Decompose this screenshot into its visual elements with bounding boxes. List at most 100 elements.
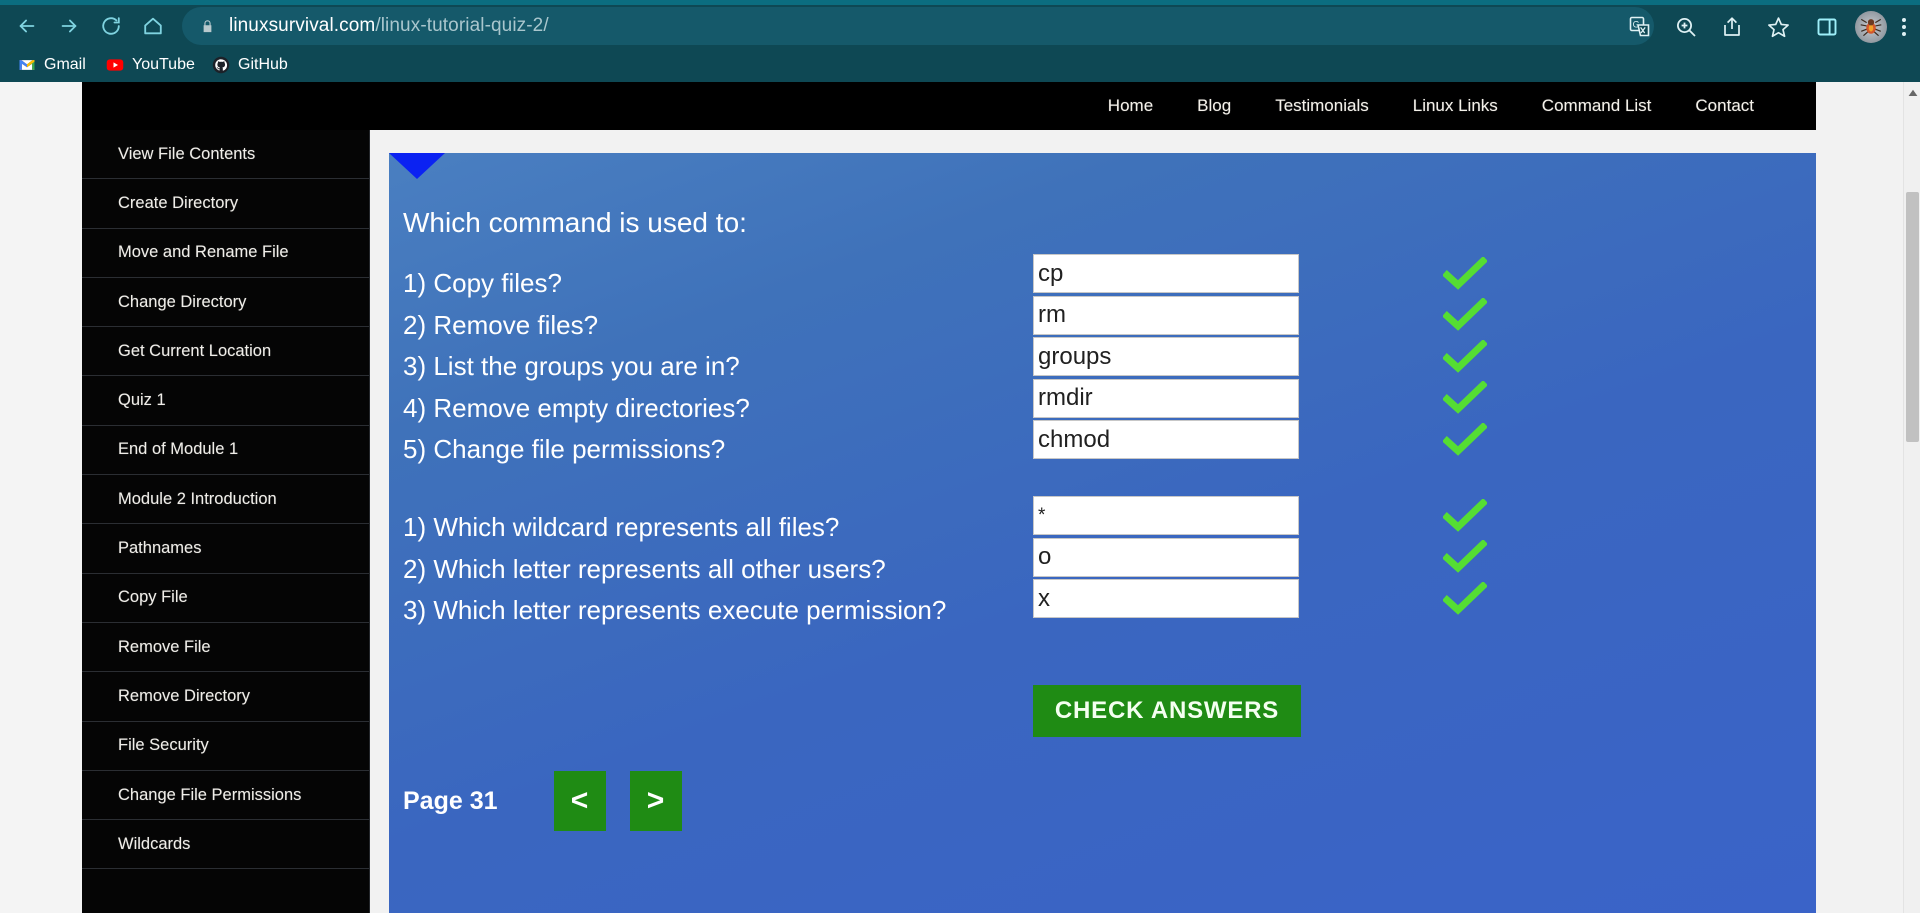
question-item: 1) Which wildcard represents all files? — [403, 512, 840, 543]
sidebar-item-remove-directory[interactable]: Remove Directory — [82, 672, 369, 722]
nav-link-command-list[interactable]: Command List — [1520, 96, 1674, 116]
correct-checkmark-icon — [1442, 297, 1488, 332]
sidebar-item-copy-file[interactable]: Copy File — [82, 574, 369, 623]
sidebar-item-label: View File Contents — [118, 144, 256, 163]
answer-row — [1033, 378, 1488, 420]
spider-avatar-icon — [1860, 18, 1882, 37]
side-panel-icon[interactable] — [1812, 12, 1842, 42]
sidebar-item-label: Wildcards — [118, 834, 191, 853]
sidebar-item-label: Pathnames — [118, 539, 202, 558]
quiz-content-panel: Which command is used to: 1) Copy files?… — [389, 153, 1816, 913]
sidebar-item-get-current-location[interactable]: Get Current Location — [82, 327, 369, 377]
sidebar-item-label: End of Module 1 — [118, 440, 239, 459]
url-text: linuxsurvival.com/linux-tutorial-quiz-2/ — [229, 15, 549, 37]
sidebar-item-move-and-rename-file[interactable]: Move and Rename File — [82, 229, 369, 278]
arrow-right-icon — [61, 19, 77, 33]
address-bar[interactable]: linuxsurvival.com/linux-tutorial-quiz-2/ — [182, 7, 1654, 45]
answer-input-3[interactable] — [1033, 337, 1299, 377]
sidebar-item-view-file-contents[interactable]: View File Contents — [82, 130, 369, 180]
sidebar-item-label: Get Current Location — [118, 341, 272, 360]
check-answers-button[interactable]: CHECK ANSWERS — [1033, 685, 1301, 737]
sidebar-item-module-2-introduction[interactable]: Module 2 Introduction — [82, 475, 369, 525]
question-group-2: 1) Which wildcard represents all files? … — [403, 507, 946, 632]
correct-checkmark-icon — [1442, 338, 1488, 374]
sidebar-item-wildcards[interactable]: Wildcards — [82, 820, 369, 870]
nav-link-blog[interactable]: Blog — [1175, 96, 1253, 116]
vertical-scrollbar[interactable] — [1903, 82, 1920, 913]
sidebar-item-label: Quiz 1 — [118, 391, 166, 410]
nav-link-home[interactable]: Home — [1086, 96, 1175, 116]
sidebar-item-label: Remove File — [118, 637, 211, 656]
sidebar-item-change-directory[interactable]: Change Directory — [82, 278, 369, 328]
answer-row — [1033, 495, 1488, 537]
previous-page-button[interactable]: < — [553, 771, 606, 831]
translate-icon[interactable]: G — [1625, 12, 1655, 42]
youtube-icon — [106, 56, 124, 74]
sidebar-item-change-file-permissions[interactable]: Change File Permissions — [82, 771, 369, 821]
answer-input-8[interactable] — [1033, 579, 1299, 619]
home-button[interactable] — [136, 9, 170, 43]
back-button[interactable] — [10, 9, 44, 43]
sidebar-item-create-directory[interactable]: Create Directory — [82, 179, 369, 229]
nav-link-testimonials[interactable]: Testimonials — [1253, 96, 1391, 116]
scrollbar-up-arrow-icon[interactable] — [1904, 86, 1920, 100]
answer-input-7[interactable] — [1033, 537, 1299, 577]
answer-row — [1033, 336, 1488, 378]
sidebar-item-label: File Security — [118, 736, 209, 755]
sidebar-item-quiz-1[interactable]: Quiz 1 — [82, 376, 369, 426]
share-icon[interactable] — [1717, 12, 1747, 42]
forward-button[interactable] — [52, 9, 86, 43]
question-item: 5) Change file permissions? — [403, 434, 726, 465]
answer-input-6[interactable] — [1033, 496, 1299, 536]
page-viewport: Home Blog Testimonials Linux Links Comma… — [0, 82, 1920, 913]
profile-avatar[interactable] — [1855, 11, 1887, 43]
sidebar-item-label: Move and Rename File — [118, 243, 289, 262]
pager: Page 31 < > — [403, 770, 706, 832]
answer-row — [1033, 295, 1488, 337]
bookmark-youtube[interactable]: YouTube — [98, 51, 203, 78]
sidebar-item-label: Copy File — [118, 588, 188, 607]
url-domain: linuxsurvival.com — [229, 15, 376, 36]
sidebar-item-file-security[interactable]: File Security — [82, 722, 369, 771]
question-group-1: 1) Copy files? 2) Remove files? 3) List … — [403, 263, 750, 471]
bookmarks-bar: Gmail YouTube GitHub — [0, 47, 1920, 82]
correct-checkmark-icon — [1442, 497, 1488, 533]
sidebar-item-label: Create Directory — [118, 193, 239, 212]
answer-input-1[interactable] — [1033, 254, 1299, 294]
sidebar-item-label: Module 2 Introduction — [118, 489, 277, 508]
answer-row — [1033, 578, 1488, 620]
correct-checkmark-icon — [1442, 539, 1488, 574]
panel-pointer-triangle-icon — [389, 153, 445, 179]
correct-checkmark-icon — [1442, 421, 1488, 457]
scrollbar-thumb[interactable] — [1906, 192, 1919, 442]
bookmark-star-icon[interactable] — [1763, 12, 1793, 42]
bookmark-label: GitHub — [238, 55, 288, 73]
next-page-button[interactable]: > — [629, 771, 682, 831]
sidebar-item-pathnames[interactable]: Pathnames — [82, 524, 369, 574]
answer-input-4[interactable] — [1033, 378, 1299, 418]
site-navigation: Home Blog Testimonials Linux Links Comma… — [1086, 82, 1776, 130]
sidebar-item-end-of-module-1[interactable]: End of Module 1 — [82, 426, 369, 476]
nav-link-linux-links[interactable]: Linux Links — [1391, 96, 1520, 116]
quiz-heading: Which command is used to: — [403, 207, 747, 238]
nav-link-contact[interactable]: Contact — [1673, 96, 1776, 116]
sidebar-item-remove-file[interactable]: Remove File — [82, 623, 369, 673]
answer-input-2[interactable] — [1033, 295, 1299, 335]
browser-chrome: linuxsurvival.com/linux-tutorial-quiz-2/… — [0, 0, 1920, 82]
bookmark-github[interactable]: GitHub — [204, 51, 296, 78]
answer-group-2 — [1033, 495, 1488, 620]
github-icon — [212, 56, 230, 74]
three-dot-menu-icon[interactable] — [1895, 12, 1913, 42]
correct-checkmark-icon — [1442, 580, 1488, 616]
search-zoom-icon[interactable] — [1671, 12, 1701, 42]
site-header: Home Blog Testimonials Linux Links Comma… — [82, 82, 1816, 130]
arrow-left-icon — [19, 19, 35, 33]
browser-toolbar: linuxsurvival.com/linux-tutorial-quiz-2/… — [0, 5, 1920, 47]
bookmark-gmail[interactable]: Gmail — [10, 51, 94, 78]
bookmark-label: Gmail — [44, 55, 86, 73]
reload-button[interactable] — [94, 9, 128, 43]
url-path: /linux-tutorial-quiz-2/ — [375, 15, 549, 36]
answer-input-5[interactable] — [1033, 420, 1299, 460]
answer-row — [1033, 419, 1488, 461]
sidebar-item-label: Change File Permissions — [118, 785, 302, 804]
